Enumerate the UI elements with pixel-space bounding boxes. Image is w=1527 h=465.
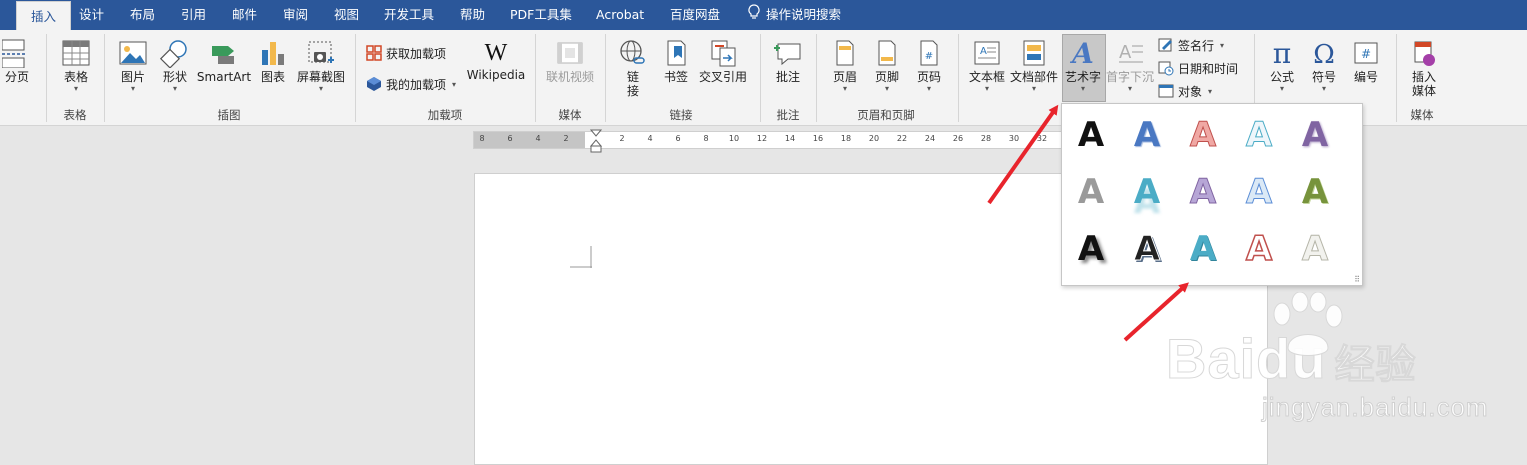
arrow-to-wordart-button [987, 104, 1059, 205]
annotation-arrows [987, 104, 1189, 342]
arrow-to-wordart-style [1123, 282, 1189, 342]
